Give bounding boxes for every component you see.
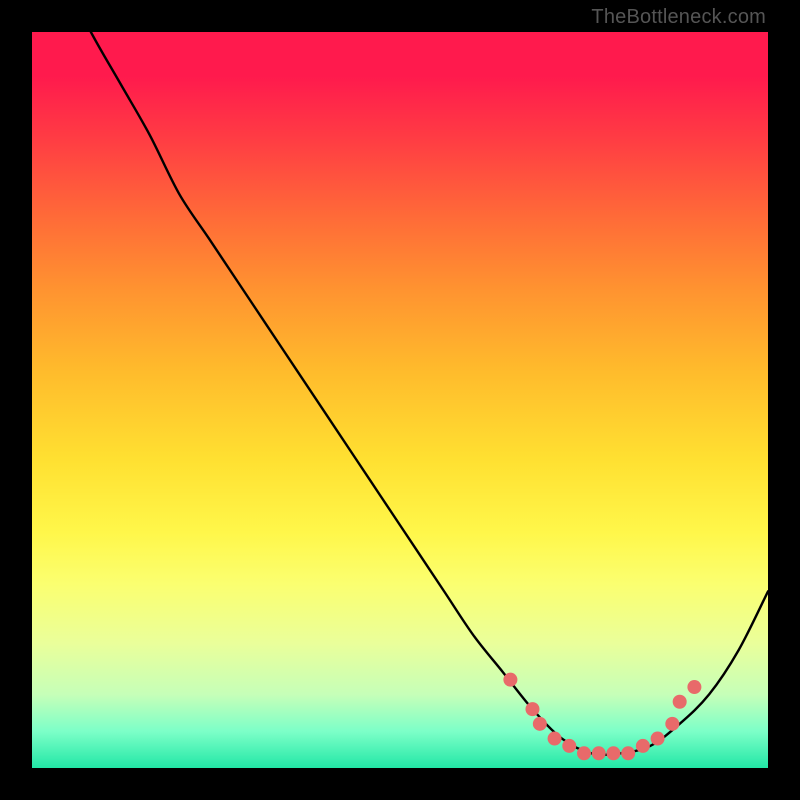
curve-marker bbox=[592, 746, 606, 760]
curve-marker bbox=[636, 739, 650, 753]
curve-marker bbox=[577, 746, 591, 760]
curve-marker bbox=[673, 695, 687, 709]
curve-marker bbox=[651, 732, 665, 746]
curve-marker bbox=[665, 717, 679, 731]
curve-marker bbox=[562, 739, 576, 753]
curve-marker bbox=[687, 680, 701, 694]
curve-marker bbox=[606, 746, 620, 760]
curve-marker bbox=[548, 732, 562, 746]
marker-group bbox=[503, 673, 701, 761]
curve-marker bbox=[503, 673, 517, 687]
curve-marker bbox=[525, 702, 539, 716]
watermark-text: TheBottleneck.com bbox=[591, 6, 766, 29]
chart-frame: TheBottleneck.com bbox=[0, 0, 800, 800]
curve-marker bbox=[533, 717, 547, 731]
curve-layer bbox=[32, 32, 768, 768]
curve-marker bbox=[621, 746, 635, 760]
plot-area bbox=[32, 32, 768, 768]
bottleneck-curve bbox=[32, 32, 768, 755]
